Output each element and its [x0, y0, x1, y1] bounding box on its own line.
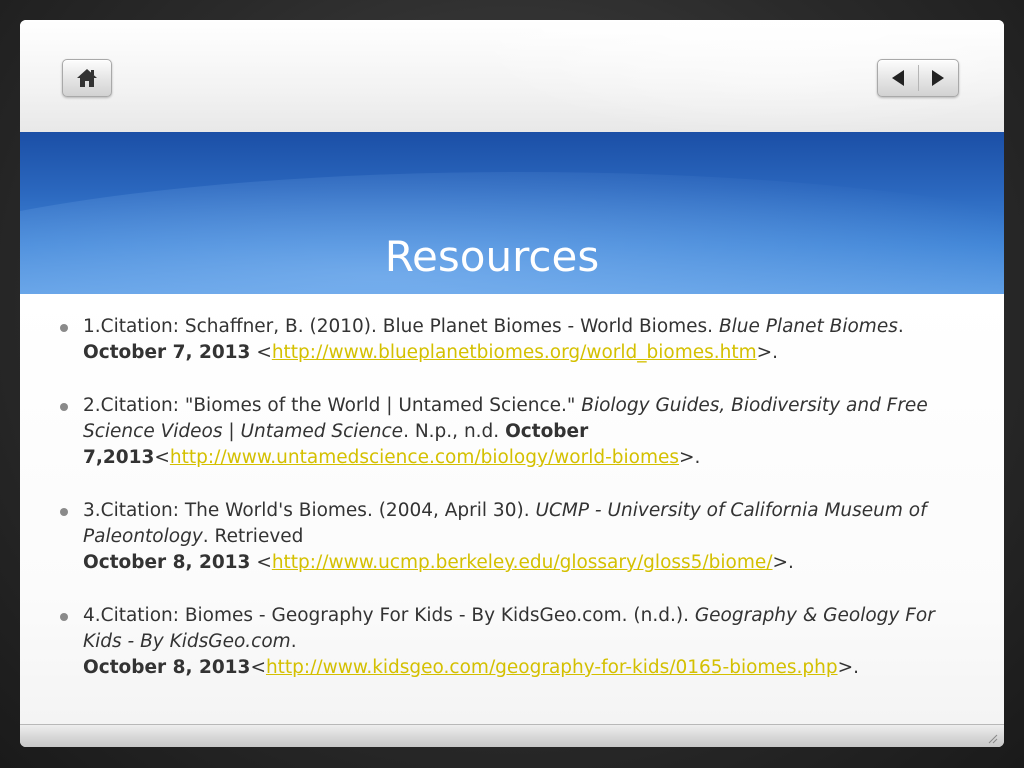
reference-list: 1.Citation: Schaffner, B. (2010). Blue P… — [58, 314, 958, 708]
prev-next-buttons — [877, 59, 959, 97]
reference-link[interactable]: http://www.blueplanetbiomes.org/world_bi… — [272, 342, 757, 363]
reference-item: 3.Citation: The World's Biomes. (2004, A… — [58, 498, 958, 576]
prev-button[interactable] — [878, 60, 918, 96]
reference-link[interactable]: http://www.ucmp.berkeley.edu/glossary/gl… — [272, 552, 773, 573]
next-button[interactable] — [918, 60, 958, 96]
slide-title: Resources — [384, 232, 600, 281]
reference-item: 1.Citation: Schaffner, B. (2010). Blue P… — [58, 314, 958, 366]
resize-grip-icon[interactable] — [986, 732, 998, 744]
reference-item: 4.Citation: Biomes - Geography For Kids … — [58, 603, 958, 681]
prev-arrow-icon — [891, 70, 904, 86]
bottom-bar — [20, 724, 1004, 747]
title-band: Resources — [20, 132, 1004, 294]
reference-link[interactable]: http://www.untamedscience.com/biology/wo… — [170, 447, 679, 468]
reference-link[interactable]: http://www.kidsgeo.com/geography-for-kid… — [266, 657, 838, 678]
next-arrow-icon — [932, 70, 945, 86]
top-bar — [20, 20, 1004, 132]
home-icon — [77, 69, 97, 87]
reference-item: 2.Citation: "Biomes of the World | Untam… — [58, 393, 958, 471]
slide: Resources 1.Citation: Schaffner, B. (201… — [20, 20, 1004, 747]
content-area: 1.Citation: Schaffner, B. (2010). Blue P… — [20, 294, 1004, 724]
home-button[interactable] — [62, 59, 112, 97]
